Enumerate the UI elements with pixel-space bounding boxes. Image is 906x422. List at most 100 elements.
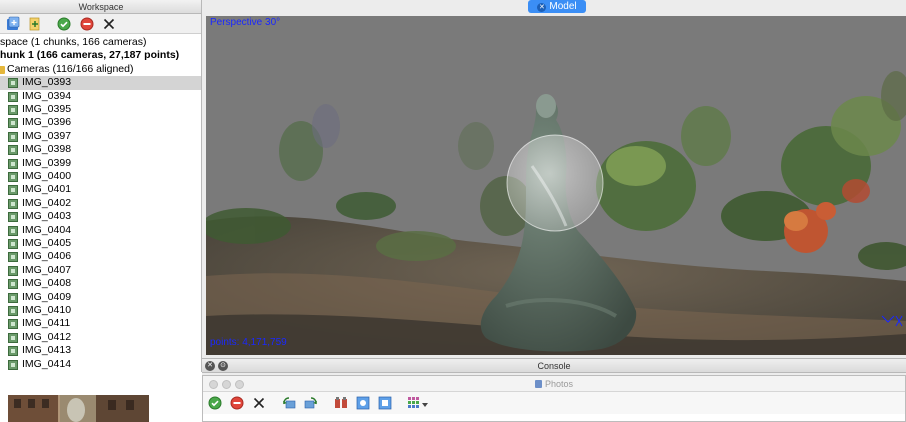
camera-icon xyxy=(8,131,18,142)
enable-icon[interactable] xyxy=(207,395,223,411)
tab-model[interactable]: ✕ Model xyxy=(528,0,586,13)
camera-list-item[interactable]: IMG_0402 xyxy=(0,196,201,210)
tree-chunk[interactable]: hunk 1 (166 cameras, 27,187 points) xyxy=(0,49,201,62)
model-viewport[interactable]: Perspective 30° points: 4,171,759 xyxy=(206,16,906,355)
camera-label: IMG_0396 xyxy=(22,116,72,129)
rotate-right-icon[interactable] xyxy=(303,395,319,411)
tree-cameras-folder[interactable]: Cameras (116/166 aligned) xyxy=(0,62,201,76)
filter-by-point-icon[interactable] xyxy=(355,395,371,411)
camera-list-item[interactable]: IMG_0398 xyxy=(0,143,201,156)
trackball-sphere xyxy=(506,134,604,232)
camera-list-item[interactable]: IMG_0406 xyxy=(0,250,201,263)
workspace-panel: Workspace space (1 chunks, 166 cameras) … xyxy=(0,0,202,372)
window-zoom-button[interactable] xyxy=(235,380,244,389)
console-bar: Console ✕ ⊙ xyxy=(202,358,906,373)
camera-icon xyxy=(8,279,18,290)
camera-list-item[interactable]: IMG_0414 xyxy=(0,358,201,371)
workspace-tree: space (1 chunks, 166 cameras) hunk 1 (16… xyxy=(0,35,201,372)
axis-gizmo-icon xyxy=(881,315,903,327)
photos-toolbar xyxy=(203,392,905,414)
disable-icon[interactable] xyxy=(79,16,95,32)
photo-thumbnail[interactable] xyxy=(8,395,149,422)
camera-list-item[interactable]: IMG_0410 xyxy=(0,304,201,317)
camera-list-item[interactable]: IMG_0397 xyxy=(0,129,201,143)
reset-filter-icon[interactable] xyxy=(333,395,349,411)
camera-icon xyxy=(8,91,18,102)
camera-label: IMG_0399 xyxy=(22,156,72,169)
view-mode-icon[interactable] xyxy=(407,395,431,411)
camera-icon xyxy=(8,332,18,343)
camera-label: IMG_0405 xyxy=(22,237,72,249)
add-photos-icon[interactable] xyxy=(27,16,43,32)
camera-icon xyxy=(8,145,18,156)
folder-icon xyxy=(0,65,5,74)
camera-list-item[interactable]: IMG_0405 xyxy=(0,237,201,250)
camera-icon xyxy=(8,319,18,330)
camera-icon xyxy=(8,105,18,115)
camera-icon xyxy=(8,198,18,209)
camera-label: IMG_0395 xyxy=(22,103,72,115)
window-minimize-button[interactable] xyxy=(222,380,231,389)
camera-label: IMG_0402 xyxy=(22,196,72,209)
close-icon[interactable]: ✕ xyxy=(537,3,547,12)
console-float-icon[interactable]: ⊙ xyxy=(218,361,228,371)
workspace-title: Workspace xyxy=(0,0,201,14)
camera-list-item[interactable]: IMG_0411 xyxy=(0,317,201,330)
camera-list-item[interactable]: IMG_0404 xyxy=(0,223,201,237)
camera-list-item[interactable]: IMG_0412 xyxy=(0,330,201,344)
camera-list-item[interactable]: IMG_0396 xyxy=(0,116,201,129)
camera-list-item[interactable]: IMG_0407 xyxy=(0,263,201,277)
camera-list-item[interactable]: IMG_0403 xyxy=(0,210,201,223)
point-cloud-render xyxy=(206,71,906,355)
tree-chunk-label: hunk 1 (166 cameras, 27,187 points) xyxy=(0,49,180,62)
camera-label: IMG_0400 xyxy=(22,170,72,182)
camera-list-item[interactable]: IMG_0395 xyxy=(0,103,201,116)
window-close-button[interactable] xyxy=(209,380,218,389)
camera-list-item[interactable]: IMG_0393 xyxy=(0,76,201,90)
add-chunk-icon[interactable] xyxy=(5,16,21,32)
camera-icon xyxy=(8,212,18,223)
tree-root-label: space (1 chunks, 166 cameras) xyxy=(0,36,147,48)
camera-icon xyxy=(8,306,18,316)
camera-icon xyxy=(8,225,18,236)
enable-icon[interactable] xyxy=(56,16,72,32)
tree-cameras-label: Cameras (116/166 aligned) xyxy=(7,62,134,75)
camera-list-item[interactable]: IMG_0409 xyxy=(0,290,201,304)
remove-icon[interactable] xyxy=(101,16,117,32)
camera-icon xyxy=(8,78,18,89)
remove-icon[interactable] xyxy=(251,395,267,411)
camera-list-item[interactable]: IMG_0394 xyxy=(0,89,201,103)
camera-label: IMG_0407 xyxy=(22,263,72,276)
camera-list-item[interactable]: IMG_0399 xyxy=(0,156,201,170)
filter-by-marker-icon[interactable] xyxy=(377,395,393,411)
camera-label: IMG_0398 xyxy=(22,143,72,156)
camera-label: IMG_0409 xyxy=(22,290,72,303)
camera-icon xyxy=(8,359,18,370)
camera-label: IMG_0394 xyxy=(22,89,72,102)
camera-icon xyxy=(8,185,18,196)
camera-label: IMG_0412 xyxy=(22,330,72,343)
camera-icon xyxy=(8,118,18,129)
camera-icon xyxy=(8,292,18,303)
console-close-icon[interactable]: ✕ xyxy=(205,361,215,371)
camera-list-item[interactable]: IMG_0413 xyxy=(0,344,201,357)
disable-icon[interactable] xyxy=(229,395,245,411)
camera-label: IMG_0404 xyxy=(22,223,72,236)
rotate-left-icon[interactable] xyxy=(281,395,297,411)
points-count: points: 4,171,759 xyxy=(210,337,287,348)
camera-label: IMG_0397 xyxy=(22,129,72,142)
camera-label: IMG_0403 xyxy=(22,210,72,223)
workspace-toolbar xyxy=(0,14,201,34)
tab-model-label: Model xyxy=(549,1,577,12)
camera-icon xyxy=(8,158,18,169)
camera-label: IMG_0411 xyxy=(22,317,71,330)
camera-label: IMG_0413 xyxy=(22,344,72,357)
photos-title-label: Photos xyxy=(544,379,574,389)
tree-root[interactable]: space (1 chunks, 166 cameras) xyxy=(0,36,201,49)
camera-list-item[interactable]: IMG_0401 xyxy=(0,183,201,196)
camera-list-item[interactable]: IMG_0400 xyxy=(0,170,201,183)
camera-icon xyxy=(8,172,18,182)
camera-list-item[interactable]: IMG_0408 xyxy=(0,277,201,290)
camera-label: IMG_0408 xyxy=(22,277,72,290)
perspective-label: Perspective 30° xyxy=(210,17,281,28)
